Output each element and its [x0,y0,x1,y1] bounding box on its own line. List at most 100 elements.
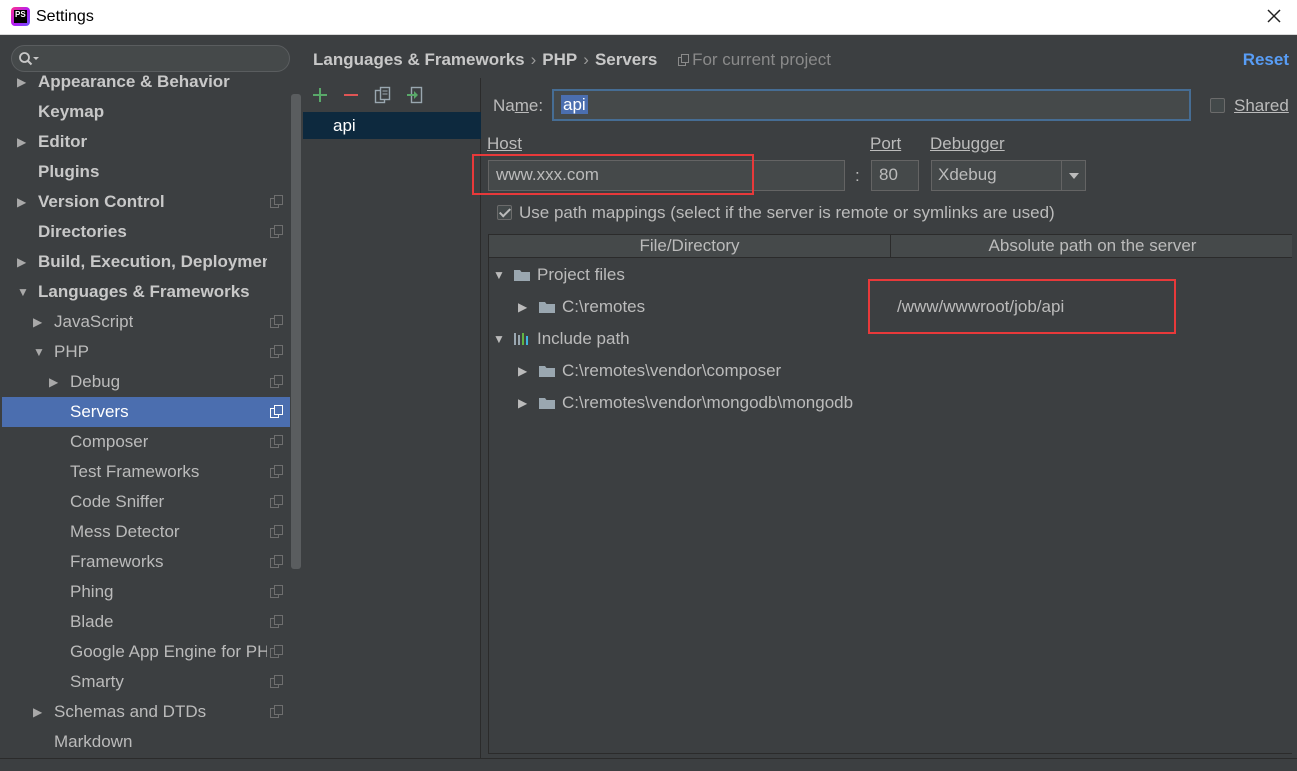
expanded-arrow-icon[interactable]: ▼ [17,277,29,307]
column-header-file-directory[interactable]: File/Directory [489,235,891,258]
sidebar-item[interactable]: Blade [2,607,290,637]
collapsed-arrow-icon[interactable]: ▶ [17,127,29,157]
sidebar-item[interactable]: Composer [2,427,290,457]
remove-icon[interactable] [341,85,361,105]
table-row[interactable]: ▶ C:\remotes\vendor\composer [489,355,1293,387]
sidebar-item[interactable]: ▶ Version Control [2,187,290,217]
sidebar-item-label: Keymap [38,102,105,121]
host-input[interactable]: www.xxx.com [488,160,845,191]
sidebar-item[interactable]: ▶ Debug [2,367,290,397]
sidebar-item[interactable]: ▶ Build, Execution, Deployment [2,247,290,277]
sidebar-item[interactable]: Markdown [2,727,290,757]
collapsed-arrow-icon[interactable]: ▶ [17,187,29,217]
search-icon [19,52,39,66]
sidebar-item[interactable]: Plugins [2,157,290,187]
table-cell-file-directory: Include path [537,329,630,348]
name-input-value: api [561,95,588,114]
collapsed-arrow-icon[interactable]: ▶ [33,307,45,337]
settings-tree: ▶ Appearance & Behavior Keymap ▶ Editor Plugi… [2,74,290,758]
project-scope-icon [678,54,690,66]
project-scope-icon [270,225,283,238]
table-cell-file-directory: C:\remotes\vendor\composer [562,361,782,380]
sidebar-item-label: JavaScript [54,312,134,331]
table-row[interactable]: ▶ C:\remotes\vendor\mongodb\mongodb [489,387,1293,419]
sidebar-item[interactable]: Test Frameworks [2,457,290,487]
breadcrumb-item: Servers [594,50,658,69]
add-icon[interactable] [310,85,330,105]
sidebar-item-label: PHP [54,342,89,361]
sidebar-scrollbar[interactable] [291,94,301,569]
expanded-arrow-icon[interactable]: ▼ [493,323,505,355]
table-row[interactable]: ▼ Include path [489,323,1293,355]
sidebar-item[interactable]: Smarty [2,667,290,697]
sidebar-item[interactable]: Phing [2,577,290,607]
sidebar-item[interactable]: ▶ Appearance & Behavior [2,74,290,97]
chevron-down-icon[interactable] [1061,161,1085,190]
project-scope-icon [270,525,283,538]
expanded-arrow-icon[interactable]: ▼ [493,259,505,291]
breadcrumb-item: PHP [542,50,578,69]
table-row[interactable]: ▶ C:\remotes/www/wwwroot/job/api [489,291,1293,323]
sidebar-item[interactable]: ▶ Schemas and DTDs [2,697,290,727]
sidebar-item[interactable]: Google App Engine for PHP [2,637,290,667]
name-input[interactable]: api [552,89,1191,121]
project-scope-icon [270,435,283,448]
copy-icon[interactable] [373,85,393,105]
port-input[interactable]: 80 [871,160,919,191]
table-cell-server-path[interactable]: /www/wwwroot/job/api [897,291,1064,323]
collapsed-arrow-icon[interactable]: ▶ [49,367,61,397]
name-label: Name: [493,96,544,115]
breadcrumb-item: Languages & Frameworks [313,50,525,69]
table-row[interactable]: ▼ Project files [489,259,1293,291]
sidebar-item-label: Google App Engine for PHP [70,642,267,661]
port-label: Port [870,134,902,153]
table-header: File/Directory Absolute path on the serv… [489,235,1293,258]
expanded-arrow-icon[interactable]: ▼ [33,337,45,367]
collapsed-arrow-icon[interactable]: ▶ [33,697,45,727]
server-list-item[interactable]: api [303,112,481,139]
path-mappings-table: File/Directory Absolute path on the serv… [488,234,1294,754]
sidebar-item-label: Composer [70,432,149,451]
sidebar-item-label: Test Frameworks [70,462,200,481]
sidebar-item[interactable]: Keymap [2,97,290,127]
collapsed-arrow-icon[interactable]: ▶ [518,355,527,387]
sidebar-item[interactable]: ▶ JavaScript [2,307,290,337]
right-edge [1292,36,1297,758]
sidebar-item[interactable]: Mess Detector [2,517,290,547]
server-list-panel: api [303,78,481,758]
sidebar-item[interactable]: Frameworks [2,547,290,577]
sidebar-item-label: Code Sniffer [70,492,165,511]
import-icon[interactable] [405,85,425,105]
reset-link[interactable]: Reset [1243,50,1289,70]
sidebar-item[interactable]: Servers [2,397,290,427]
search-input[interactable] [11,45,290,72]
debugger-select[interactable]: Xdebug [931,160,1086,191]
server-form: Name: api Shared Host www.xxx.com : Port… [483,78,1297,758]
collapsed-arrow-icon[interactable]: ▶ [17,74,29,97]
sidebar-item[interactable]: Code Sniffer [2,487,290,517]
debugger-select-value: Xdebug [938,165,997,184]
scope-label: For current project [692,50,831,69]
close-icon[interactable] [1263,5,1285,27]
table-cell-file-directory: Project files [537,265,625,284]
host-port-separator: : [855,166,860,185]
sidebar-item[interactable]: ▶ Editor [2,127,290,157]
app-icon-text: PS [14,10,27,23]
project-scope-icon [270,465,283,478]
sidebar-item-label: Schemas and DTDs [54,702,207,721]
sidebar-item[interactable]: Directories [2,217,290,247]
sidebar-item[interactable]: ▼ PHP [2,337,290,367]
breadcrumb-separator: › [583,50,589,69]
project-scope-icon [270,345,283,358]
sidebar-item-label: Frameworks [70,552,164,571]
project-scope-icon [270,405,283,418]
settings-content: Languages & Frameworks › PHP › Servers For c… [303,36,1297,758]
sidebar-item-label: Appearance & Behavior [38,74,230,91]
shared-checkbox[interactable] [1210,98,1225,113]
use-path-mappings-checkbox[interactable] [497,205,512,220]
collapsed-arrow-icon[interactable]: ▶ [518,387,527,419]
column-header-absolute-path[interactable]: Absolute path on the server [892,235,1293,258]
collapsed-arrow-icon[interactable]: ▶ [518,291,527,323]
collapsed-arrow-icon[interactable]: ▶ [17,247,29,277]
sidebar-item[interactable]: ▼ Languages & Frameworks [2,277,290,307]
